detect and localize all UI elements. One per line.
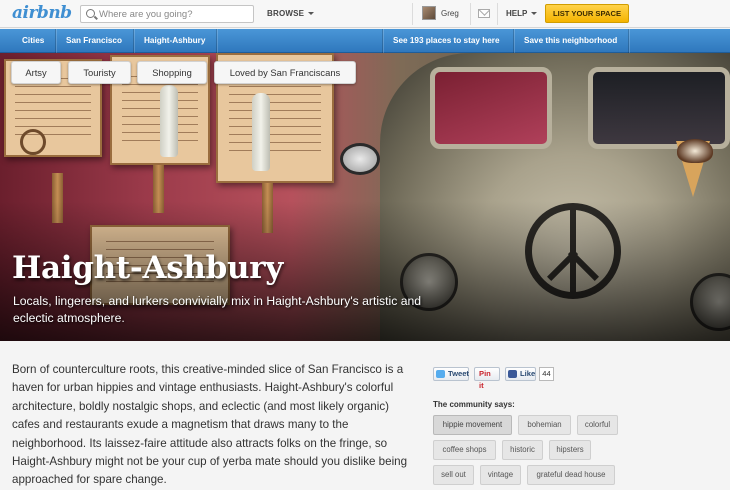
mail-icon[interactable] [478, 9, 490, 18]
breadcrumb-haight-ashbury[interactable]: Haight-Ashbury [135, 29, 214, 53]
nav-divider [55, 29, 56, 53]
help-label: HELP [506, 9, 528, 18]
save-neighborhood-link[interactable]: Save this neighborhood [515, 29, 626, 53]
hero-tag-artsy[interactable]: Artsy [11, 61, 61, 84]
community-tag[interactable]: hippie movement [433, 415, 512, 435]
search-icon [86, 9, 95, 18]
van-window [588, 67, 730, 149]
hero-tag-loved[interactable]: Loved by San Franciscans [214, 61, 356, 84]
community-tag[interactable]: vintage [480, 465, 521, 485]
search-box[interactable] [80, 5, 254, 23]
van-mirror [340, 143, 380, 175]
community-tag[interactable]: coffee shops [433, 440, 496, 460]
peace-sign-icon [20, 129, 46, 155]
breadcrumb-cities[interactable]: Cities [13, 29, 53, 53]
pin-it-button[interactable]: Pin it [474, 367, 500, 390]
search-input[interactable] [99, 7, 249, 21]
community-tag[interactable]: sell out [433, 465, 474, 485]
milk-bottle [252, 93, 270, 171]
twitter-icon [436, 370, 445, 378]
community-tag[interactable]: grateful dead house [527, 465, 615, 485]
hero-tag-shopping[interactable]: Shopping [137, 61, 207, 84]
divider [497, 3, 498, 25]
hero-tag-touristy[interactable]: Touristy [68, 61, 131, 84]
breadcrumb-san-francisco[interactable]: San Francisco [57, 29, 131, 53]
neighborhood-description: Born of counterculture roots, this creat… [12, 363, 408, 487]
community-label: The community says: [433, 400, 515, 409]
page-subtitle: Locals, lingerers, and lurkers convivial… [13, 294, 422, 325]
browse-label: BROWSE [267, 9, 305, 18]
help-menu[interactable]: HELP [506, 9, 538, 18]
ice-cream-scoop [677, 139, 713, 163]
nav-divider [513, 29, 514, 53]
page-title: Haight-Ashbury [12, 250, 283, 286]
username[interactable]: Greg [441, 9, 459, 18]
community-tag[interactable]: colorful [577, 415, 618, 435]
airbnb-logo[interactable]: airbnb [12, 3, 72, 23]
community-tag[interactable]: bohemian [518, 415, 571, 435]
like-button[interactable]: Like [505, 367, 536, 381]
facebook-icon [508, 370, 517, 378]
tweet-label: Tweet [448, 369, 469, 378]
nav-divider [133, 29, 134, 53]
top-header: airbnb BROWSE Greg HELP LIST YOUR SPACE [0, 0, 730, 28]
chevron-down-icon [308, 12, 315, 16]
community-tag[interactable]: hipsters [549, 440, 591, 460]
community-tag[interactable]: historic [502, 440, 543, 460]
browse-menu[interactable]: BROWSE [267, 9, 315, 18]
chevron-down-icon [531, 12, 538, 16]
like-label: Like [520, 369, 536, 378]
nav-divider [216, 29, 217, 53]
list-your-space-button[interactable]: LIST YOUR SPACE [545, 4, 629, 23]
van-window [430, 67, 552, 149]
avatar[interactable] [422, 6, 436, 20]
divider [470, 3, 471, 25]
nav-divider [628, 29, 629, 53]
nav-divider [382, 29, 383, 53]
see-places-link[interactable]: See 193 places to stay here [384, 29, 509, 53]
like-count: 44 [539, 367, 554, 381]
divider [412, 3, 413, 25]
milk-bottle [160, 85, 178, 157]
tweet-button[interactable]: Tweet [433, 367, 469, 381]
neighborhood-nav: Cities San Francisco Haight-Ashbury See … [0, 29, 730, 53]
